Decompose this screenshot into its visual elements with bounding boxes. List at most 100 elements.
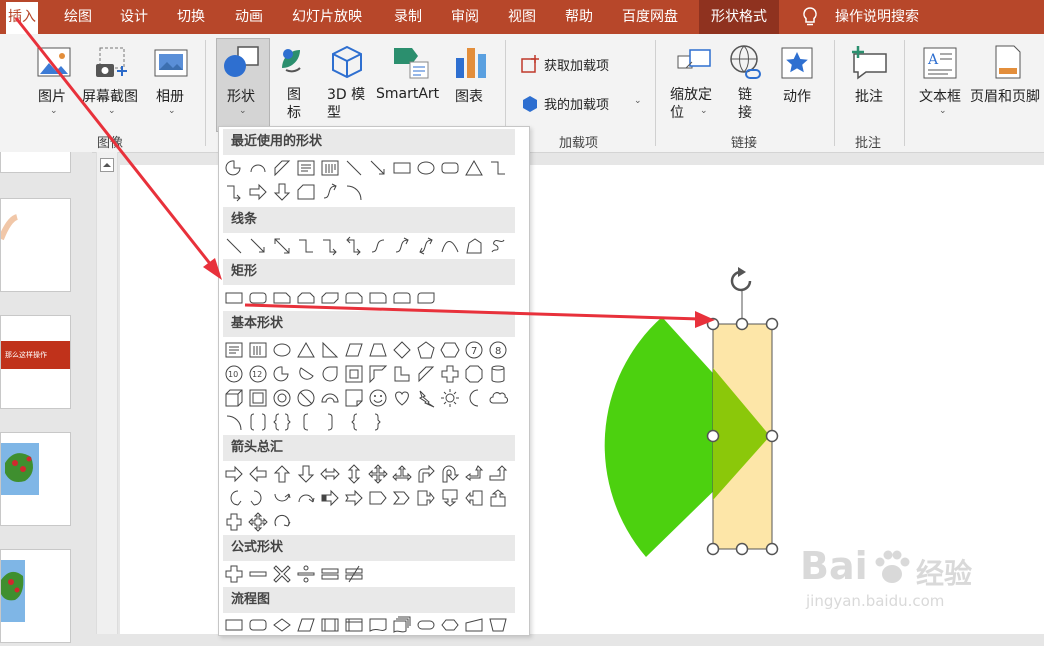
- shapes-icon[interactable]: [222, 44, 262, 80]
- arrow-line-icon[interactable]: [247, 235, 269, 257]
- link-button-label[interactable]: 链接: [738, 86, 754, 122]
- diamond-icon[interactable]: [391, 339, 413, 361]
- notched-right-arrow-icon[interactable]: [343, 487, 365, 509]
- quad-arrow-callout-icon[interactable]: [247, 511, 269, 533]
- plaque-icon[interactable]: [463, 363, 485, 385]
- half-frame-icon[interactable]: [367, 363, 389, 385]
- rotate-handle-icon[interactable]: [730, 267, 752, 292]
- bent-arrow-icon[interactable]: [415, 463, 437, 485]
- chevron-down-icon[interactable]: ⌄: [700, 106, 708, 116]
- header-footer-button-label[interactable]: 页眉和页脚: [970, 86, 1040, 106]
- double-brace-icon[interactable]: [271, 411, 293, 433]
- header-footer-icon[interactable]: [994, 44, 1022, 80]
- textbox-shape-icon[interactable]: [295, 157, 317, 179]
- quad-arrow-icon[interactable]: [367, 463, 389, 485]
- picture-icon[interactable]: [36, 46, 72, 80]
- right-arrow-icon[interactable]: [223, 463, 245, 485]
- tab-baidu-netdisk[interactable]: 百度网盘: [622, 0, 678, 34]
- curved-up-arrow-icon[interactable]: [271, 487, 293, 509]
- vertical-scrollbar[interactable]: [96, 152, 118, 634]
- diagonal-stripe-icon[interactable]: [415, 363, 437, 385]
- left-brace-icon[interactable]: [343, 411, 365, 433]
- bevel-icon[interactable]: [247, 387, 269, 409]
- zoom-button-label[interactable]: 缩放定位: [670, 86, 720, 122]
- folded-corner-icon[interactable]: [343, 387, 365, 409]
- octagon-icon[interactable]: 8: [487, 339, 509, 361]
- teardrop-icon[interactable]: [319, 363, 341, 385]
- right-bracket-icon[interactable]: [319, 411, 341, 433]
- right-arrow-callout-icon[interactable]: [415, 487, 437, 509]
- left-right-up-arrow-icon[interactable]: [391, 463, 413, 485]
- minus-icon[interactable]: [247, 563, 269, 585]
- tab-shape-format[interactable]: 形状格式: [699, 0, 779, 34]
- photo-album-icon[interactable]: [153, 46, 189, 80]
- 3d-model-button-label[interactable]: 3D 模型: [327, 86, 373, 122]
- cube-icon[interactable]: [223, 387, 245, 409]
- pentagon-icon[interactable]: [415, 339, 437, 361]
- scribble-icon[interactable]: [487, 235, 509, 257]
- curved-connector-icon[interactable]: [319, 181, 341, 203]
- curved-connector-icon[interactable]: [367, 235, 389, 257]
- flowchart-preparation-icon[interactable]: [439, 614, 461, 636]
- flowchart-terminator-icon[interactable]: [415, 614, 437, 636]
- round-single-corner-icon[interactable]: [367, 287, 389, 309]
- tab-view[interactable]: 视图: [508, 0, 536, 34]
- down-arrow-callout-icon[interactable]: [439, 487, 461, 509]
- arrow-line-icon[interactable]: [367, 157, 389, 179]
- line-icon[interactable]: [223, 235, 245, 257]
- elbow-arrow-connector-icon[interactable]: [319, 235, 341, 257]
- oval-icon[interactable]: [415, 157, 437, 179]
- textbox-icon[interactable]: A: [922, 46, 958, 80]
- pentagon-arrow-icon[interactable]: [367, 487, 389, 509]
- elbow-double-arrow-icon[interactable]: [343, 235, 365, 257]
- tab-review[interactable]: 审阅: [451, 0, 479, 34]
- comment-icon[interactable]: [850, 44, 890, 80]
- smartart-icon[interactable]: [390, 44, 430, 80]
- arc-icon[interactable]: [247, 157, 269, 179]
- rounded-rectangle-icon[interactable]: [439, 157, 461, 179]
- l-shape-icon[interactable]: [391, 363, 413, 385]
- heart-icon[interactable]: [391, 387, 413, 409]
- rounded-rectangle-icon[interactable]: [247, 287, 269, 309]
- textbox-button-label[interactable]: 文本框: [919, 86, 961, 106]
- parallelogram-icon[interactable]: [343, 339, 365, 361]
- curved-right-arrow-icon[interactable]: [223, 487, 245, 509]
- left-arrow-callout-icon[interactable]: [463, 487, 485, 509]
- flowchart-manual-operation-icon[interactable]: [487, 614, 509, 636]
- not-equal-icon[interactable]: [343, 563, 365, 585]
- shapes-button-label[interactable]: 形状: [227, 86, 255, 106]
- snip-round-icon[interactable]: [343, 287, 365, 309]
- bent-up-arrow-icon[interactable]: [487, 463, 509, 485]
- comment-button-label[interactable]: 批注: [855, 86, 883, 106]
- line-icon[interactable]: [343, 157, 365, 179]
- chevron-down-icon[interactable]: ⌄: [239, 106, 247, 116]
- icons-icon[interactable]: [276, 44, 312, 80]
- elbow-connector-icon[interactable]: [295, 235, 317, 257]
- picture-button-label[interactable]: 图片: [38, 86, 66, 106]
- tab-insert[interactable]: 插入: [6, 2, 38, 34]
- heptagon-icon[interactable]: 7: [463, 339, 485, 361]
- freeform-icon[interactable]: [463, 235, 485, 257]
- double-bracket-icon[interactable]: [247, 411, 269, 433]
- tab-design[interactable]: 设计: [120, 0, 148, 34]
- rectangle-icon[interactable]: [391, 157, 413, 179]
- round-same-side-icon[interactable]: [391, 287, 413, 309]
- up-down-arrow-callout-icon[interactable]: [223, 511, 245, 533]
- flowchart-document-icon[interactable]: [367, 614, 389, 636]
- trapezoid-icon[interactable]: [367, 339, 389, 361]
- moon-icon[interactable]: [463, 387, 485, 409]
- tab-help[interactable]: 帮助: [565, 0, 593, 34]
- left-arrow-icon[interactable]: [247, 463, 269, 485]
- curved-arrow-connector-icon[interactable]: [391, 235, 413, 257]
- right-triangle-icon[interactable]: [319, 339, 341, 361]
- cross-icon[interactable]: [439, 363, 461, 385]
- screenshot-button-label[interactable]: 屏幕截图: [82, 86, 138, 106]
- curved-double-arrow-icon[interactable]: [415, 235, 437, 257]
- textbox-shape-icon[interactable]: [223, 339, 245, 361]
- chart-button-label[interactable]: 图表: [455, 86, 483, 106]
- screenshot-icon[interactable]: [94, 46, 130, 80]
- left-up-arrow-icon[interactable]: [463, 463, 485, 485]
- tab-draw[interactable]: 绘图: [64, 0, 92, 34]
- chevron-down-icon[interactable]: ⌄: [939, 106, 947, 116]
- right-arrow-icon[interactable]: [247, 181, 269, 203]
